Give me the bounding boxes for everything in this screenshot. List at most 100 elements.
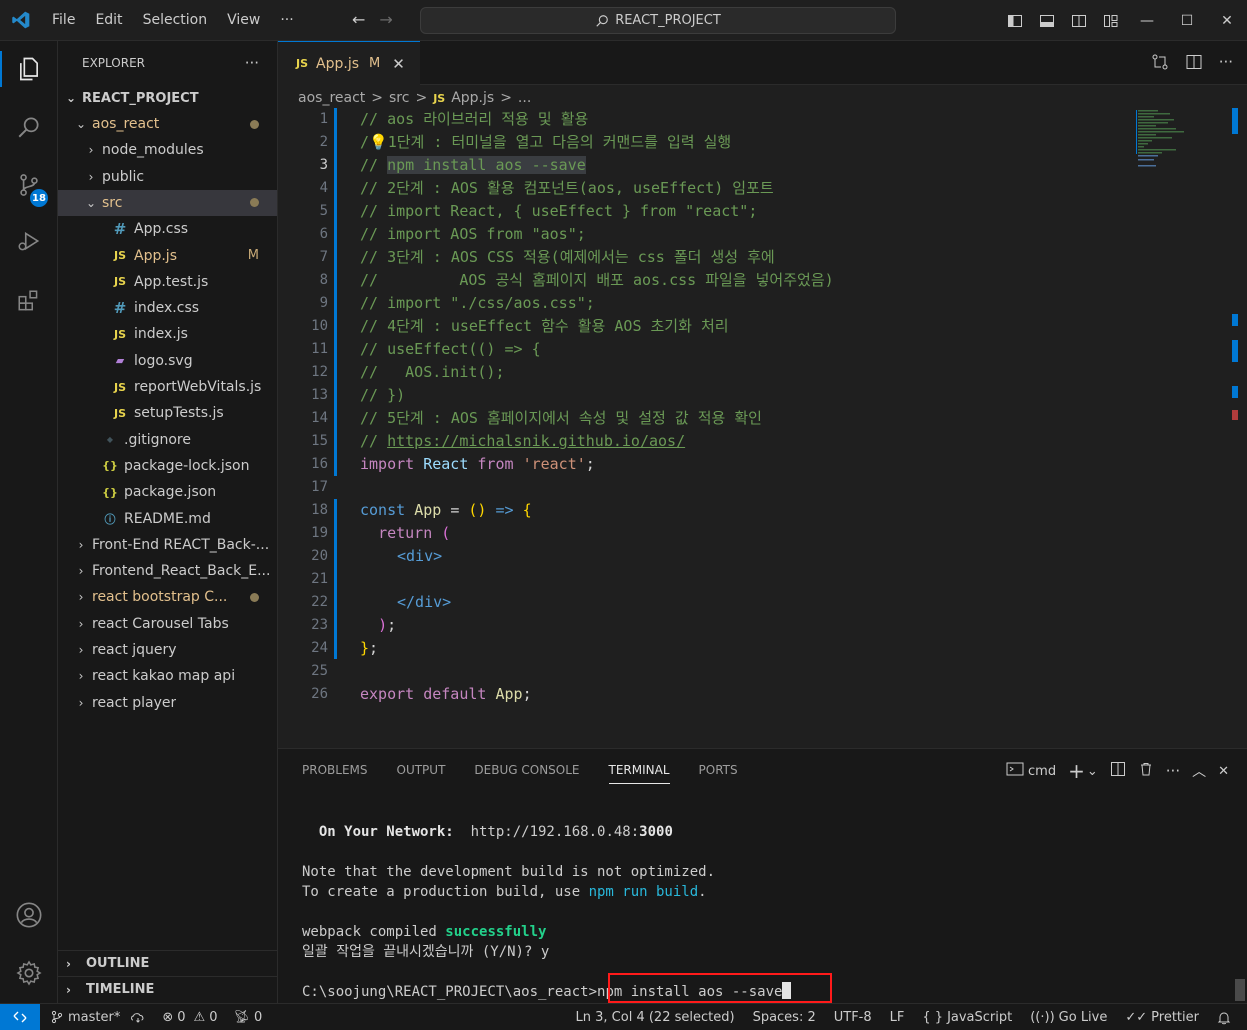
language-mode[interactable]: { } JavaScript	[922, 1010, 1012, 1025]
new-terminal-icon[interactable]: +	[1068, 759, 1085, 783]
file-item[interactable]: JS reportWebVitals.js	[58, 374, 277, 400]
file-item[interactable]: ▰ logo.svg	[58, 348, 277, 374]
more-actions-icon[interactable]: ···	[1219, 53, 1233, 75]
folder-item[interactable]: ⌄ aos_react	[58, 111, 277, 137]
minimap[interactable]	[1136, 108, 1226, 168]
folder-item[interactable]: › public	[58, 164, 277, 190]
end-of-line[interactable]: LF	[890, 1010, 905, 1025]
item-label: package-lock.json	[124, 457, 250, 474]
file-item[interactable]: JS App.test.js	[58, 269, 277, 295]
customize-layout-icon[interactable]	[1095, 13, 1127, 29]
toggle-panel-icon[interactable]	[1031, 13, 1063, 29]
chevron-down-icon[interactable]: ⌄	[1087, 764, 1098, 779]
folder-item[interactable]: › react kakao map api	[58, 663, 277, 689]
tab-ports[interactable]: PORTS	[699, 763, 738, 784]
terminal-shell-name[interactable]: cmd	[1028, 764, 1056, 779]
cursor-position[interactable]: Ln 3, Col 4 (22 selected)	[576, 1010, 735, 1025]
code-line-24: };	[360, 639, 379, 657]
forward-arrow-icon[interactable]: →	[379, 10, 392, 29]
kill-terminal-trash-icon[interactable]	[1138, 761, 1154, 781]
outline-section[interactable]: › OUTLINE	[58, 950, 277, 976]
code-line-4: // 2단계 : AOS 활용 컴포넌트(aos, useEffect) 임포트	[360, 179, 774, 197]
git-file-icon: ◆	[106, 435, 114, 445]
root-folder[interactable]: ⌄ REACT_PROJECT	[58, 85, 277, 111]
menu-file[interactable]: File	[42, 12, 85, 28]
back-arrow-icon[interactable]: ←	[352, 10, 365, 29]
code-line-8: // AOS 공식 홈페이지 배포 aos.css 파일을 넣어주었음)	[360, 271, 834, 289]
split-editor-icon[interactable]	[1185, 53, 1203, 75]
file-item[interactable]: JS setupTests.js	[58, 400, 277, 426]
prettier-status[interactable]: ✓✓ Prettier	[1125, 1010, 1199, 1025]
tab-problems[interactable]: PROBLEMS	[302, 763, 368, 784]
breadcrumb-app-js[interactable]: App.js	[451, 90, 494, 106]
close-panel-icon[interactable]: ✕	[1218, 764, 1229, 779]
folder-item[interactable]: › react jquery	[58, 637, 277, 663]
go-live-button[interactable]: ((·)) Go Live	[1030, 1010, 1107, 1025]
menu-view[interactable]: View	[217, 12, 270, 28]
remote-indicator-icon[interactable]	[0, 1003, 40, 1030]
tab-terminal[interactable]: TERMINAL	[608, 763, 670, 784]
file-item[interactable]: JS index.js	[58, 321, 277, 347]
file-item[interactable]: ⓘ README.md	[58, 506, 277, 532]
explorer-icon[interactable]	[0, 45, 58, 93]
compare-changes-icon[interactable]	[1151, 53, 1169, 75]
chevron-right-icon: ›	[88, 143, 94, 158]
close-window-icon[interactable]: ✕	[1207, 13, 1247, 29]
terminal-shell-icon[interactable]	[1006, 761, 1024, 781]
problems-indicator[interactable]: ⊗ 0 ⚠ 0	[162, 1010, 217, 1025]
explorer-more-icon[interactable]: ···	[245, 54, 259, 72]
vscode-logo-icon[interactable]	[0, 0, 42, 41]
indentation[interactable]: Spaces: 2	[753, 1010, 816, 1025]
accounts-icon[interactable]	[0, 891, 58, 939]
editor-scrollbar[interactable]	[1232, 108, 1238, 748]
maximize-icon[interactable]: ☐	[1167, 13, 1207, 29]
encoding[interactable]: UTF-8	[834, 1010, 872, 1025]
file-item[interactable]: ◆ .gitignore	[58, 427, 277, 453]
folder-item[interactable]: › react Carousel Tabs	[58, 611, 277, 637]
lightbulb-icon[interactable]: 💡	[369, 133, 388, 151]
timeline-section[interactable]: › TIMELINE	[58, 976, 277, 1002]
folder-item[interactable]: ⌄ src	[58, 189, 277, 216]
breadcrumb-aos-react[interactable]: aos_react	[298, 90, 365, 106]
maximize-panel-icon[interactable]: ︿	[1192, 761, 1206, 781]
file-item[interactable]: JS App.js M	[58, 243, 277, 269]
search-icon[interactable]	[0, 103, 58, 151]
split-terminal-icon[interactable]	[1110, 761, 1126, 781]
file-item[interactable]: # App.css	[58, 216, 277, 242]
breadcrumb-symbol[interactable]: ...	[518, 90, 531, 106]
tab-debug-console[interactable]: DEBUG CONSOLE	[474, 763, 579, 784]
git-branch[interactable]: master*	[50, 1010, 120, 1025]
menu-selection[interactable]: Selection	[133, 12, 218, 28]
command-center-search[interactable]: REACT_PROJECT	[420, 7, 896, 34]
folder-item[interactable]: › node_modules	[58, 137, 277, 163]
file-item[interactable]: {} package-lock.json	[58, 453, 277, 479]
menu-more[interactable]: ···	[270, 12, 303, 28]
close-tab-icon[interactable]: ✕	[392, 55, 405, 73]
file-item[interactable]: # index.css	[58, 295, 277, 321]
tab-app-js[interactable]: JS App.js M ✕	[278, 41, 420, 85]
sync-icon[interactable]	[130, 1010, 146, 1024]
notifications-bell-icon[interactable]	[1217, 1011, 1231, 1025]
more-actions-icon[interactable]: ···	[1166, 762, 1180, 780]
line-number: 10	[311, 318, 328, 334]
source-control-icon[interactable]: 18	[0, 161, 58, 209]
settings-gear-icon[interactable]	[0, 949, 58, 997]
aos-link[interactable]: https://michalsnik.github.io/aos/	[387, 432, 685, 450]
extensions-icon[interactable]	[0, 277, 58, 325]
code-editor[interactable]: 1 2 3 4 5 6 7 8 9 10 11 12 13 14 15 16 17 18 19 20 21 22 23 24 2…	[278, 108, 1247, 748]
line-number: 6	[319, 226, 328, 242]
ports-indicator[interactable]: 📡︎ 0	[233, 1010, 262, 1025]
breadcrumb-src[interactable]: src	[389, 90, 409, 106]
file-item[interactable]: {} package.json	[58, 479, 277, 505]
tab-output[interactable]: OUTPUT	[397, 763, 446, 784]
folder-item[interactable]: › Front-End REACT_Back-...	[58, 532, 277, 558]
folder-item[interactable]: › react bootstrap C...	[58, 584, 277, 610]
toggle-secondary-sidebar-icon[interactable]	[1063, 13, 1095, 29]
toggle-primary-sidebar-icon[interactable]	[999, 13, 1031, 29]
terminal-scrollbar[interactable]	[1235, 979, 1245, 1001]
folder-item[interactable]: › Frontend_React_Back_E...	[58, 558, 277, 584]
run-debug-icon[interactable]	[0, 217, 58, 265]
folder-item[interactable]: › react player	[58, 690, 277, 716]
menu-edit[interactable]: Edit	[85, 12, 132, 28]
minimize-icon[interactable]: —	[1127, 13, 1167, 29]
